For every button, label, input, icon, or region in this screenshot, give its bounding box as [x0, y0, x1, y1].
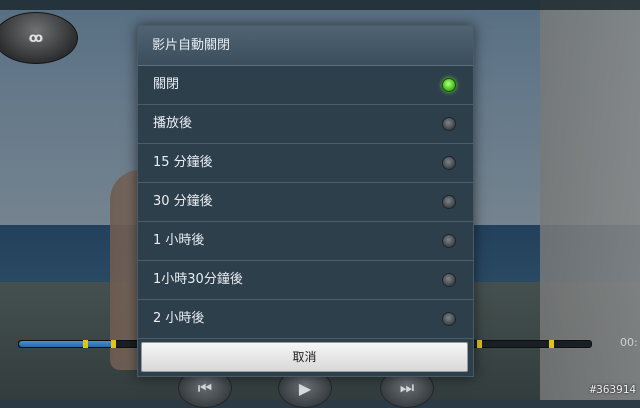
option-item[interactable]: 2 小時後 [138, 300, 473, 339]
chapter-marker [549, 340, 554, 348]
chapter-marker [83, 340, 88, 348]
option-label: 30 分鐘後 [153, 194, 213, 209]
remaining-time: 00: [620, 336, 638, 349]
radio-unselected-icon[interactable] [442, 234, 456, 248]
radio-unselected-icon[interactable] [442, 195, 456, 209]
rewind-icon: ⏮ [197, 378, 213, 397]
option-label: 2 小時後 [153, 311, 205, 326]
option-item[interactable]: 播放後 [138, 105, 473, 144]
radio-unselected-icon[interactable] [442, 117, 456, 131]
option-label: 播放後 [153, 116, 193, 131]
cancel-button[interactable]: 取消 [141, 342, 468, 372]
watermark: #363914 [589, 383, 636, 396]
option-item[interactable]: 1小時30分鐘後 [138, 261, 473, 300]
radio-unselected-icon[interactable] [442, 273, 456, 287]
option-item[interactable]: 關閉 [138, 66, 473, 105]
play-icon: ▶ [298, 378, 312, 398]
auto-close-dialog: 影片自動關閉 關閉播放後 15 分鐘後 30 分鐘後 1 小時後 1小時30分鐘後 2 小… [137, 25, 474, 377]
radio-selected-icon[interactable] [442, 78, 456, 92]
fast-forward-icon: ⏭ [399, 378, 415, 397]
option-item[interactable]: 1 小時後 [138, 222, 473, 261]
option-label: 關閉 [153, 77, 180, 92]
radio-unselected-icon[interactable] [442, 156, 456, 170]
option-label: 1 小時後 [153, 233, 205, 248]
option-item[interactable]: 15 分鐘後 [138, 144, 473, 183]
chapter-marker [111, 340, 116, 348]
dialog-title: 影片自動關閉 [138, 26, 473, 66]
chapter-marker [477, 340, 482, 348]
option-label: 15 分鐘後 [153, 155, 213, 170]
seek-progress [19, 341, 117, 347]
option-item[interactable]: 30 分鐘後 [138, 183, 473, 222]
radio-unselected-icon[interactable] [442, 312, 456, 326]
screen-mode-label: ꝏ [28, 30, 44, 46]
option-list: 關閉播放後 15 分鐘後 30 分鐘後 1 小時後 1小時30分鐘後 2 小時後 [138, 66, 473, 339]
option-label: 1小時30分鐘後 [153, 272, 243, 287]
